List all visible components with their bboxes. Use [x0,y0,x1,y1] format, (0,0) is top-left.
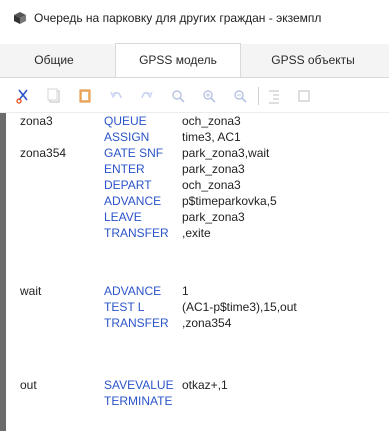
zoom-in-icon[interactable] [198,85,220,107]
zoom-out-icon[interactable] [229,85,251,107]
code-operands: (AC1-p$time3),15,out [182,300,297,314]
redo-icon[interactable] [136,85,158,107]
code-operator: TRANSFER [104,316,169,330]
code-operands: ,zona354 [182,316,232,330]
code-operator: ADVANCE [104,284,162,298]
code-label: zona354 [20,146,67,160]
code-operator: TERMINATE [104,394,173,408]
app-cube-icon [13,11,27,25]
indent-icon[interactable] [263,85,285,107]
cut-icon[interactable] [12,85,34,107]
undo-icon[interactable] [105,85,127,107]
code-operator: GATE SNF [104,146,164,160]
code-operator: ADVANCE [104,194,162,208]
code-operands: time3, AC1 [182,130,241,144]
code-operator: SAVEVALUE [104,378,174,392]
gpss-code-editor[interactable]: zona3 QUEUE och_zona3 ASSIGN time3, AC1 … [0,113,389,431]
code-operator: TEST L [104,300,145,314]
zoom-icon[interactable] [167,85,189,107]
code-operator: ENTER [104,162,145,176]
code-operands: p$timeparkovka,5 [182,194,277,208]
code-operands: och_zona3 [182,178,241,192]
code-operands: park_zona3,wait [182,146,270,160]
editor-toolbar [0,80,389,113]
app-window: Очередь на парковку для других граждан -… [0,0,389,431]
code-label: out [20,378,37,392]
code-operands: park_zona3 [182,210,245,224]
paste-icon[interactable] [74,85,96,107]
tab-gpss-model[interactable]: GPSS модель [115,43,241,77]
tab-gpss-objects[interactable]: GPSS объекты [260,44,366,77]
code-operands: 1 [182,284,189,298]
tab-general[interactable]: Общие [18,44,90,77]
code-label: zona3 [20,114,53,128]
tab-bar: Общие GPSS модель GPSS объекты [0,43,389,78]
window-title: Очередь на парковку для других граждан -… [34,11,322,25]
code-operands: ,exite [182,226,211,240]
title-bar: Очередь на парковку для других граждан -… [0,0,389,36]
code-operands: och_zona3 [182,114,241,128]
code-operator: DEPART [104,178,152,192]
copy-icon[interactable] [43,85,65,107]
code-operator: ASSIGN [104,130,150,144]
code-label: wait [20,284,42,298]
toolbar-separator [258,87,259,105]
code-operator: LEAVE [104,210,142,224]
code-operands: otkaz+,1 [182,378,228,392]
code-operands: park_zona3 [182,162,245,176]
code-operator: QUEUE [104,114,147,128]
outdent-icon[interactable] [294,85,316,107]
code-operator: TRANSFER [104,226,169,240]
